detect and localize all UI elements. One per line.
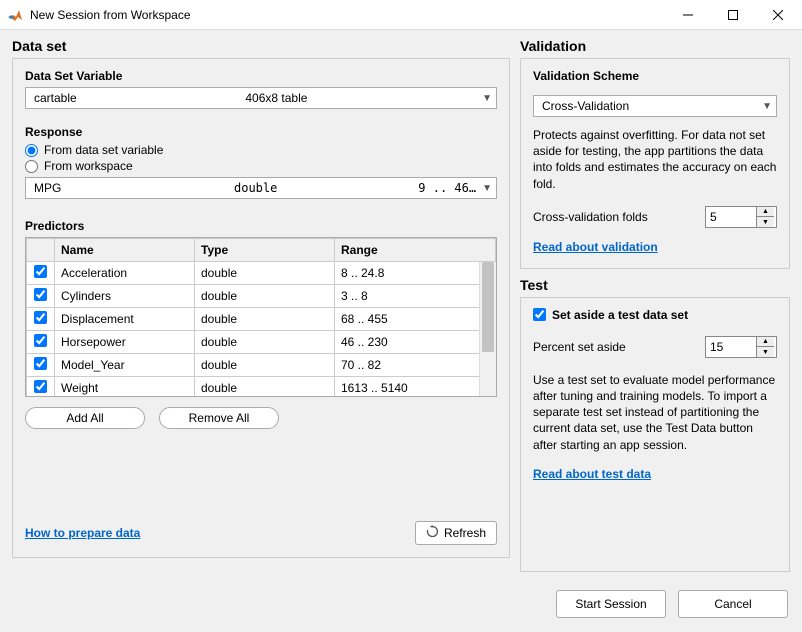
data-set-title: Data set xyxy=(12,38,510,54)
close-button[interactable] xyxy=(755,0,800,29)
col-range-header: Range xyxy=(335,239,496,262)
percent-down-button[interactable]: ▼ xyxy=(757,347,774,357)
maximize-button[interactable] xyxy=(710,0,755,29)
prepare-data-link[interactable]: How to prepare data xyxy=(25,526,140,540)
row-range: 8 .. 24.8 xyxy=(335,262,496,285)
radio-from-workspace[interactable] xyxy=(25,160,38,173)
predictors-label: Predictors xyxy=(25,219,497,233)
predictors-table: Name Type Range Accelerationdouble8 .. 2… xyxy=(25,237,497,397)
set-aside-label: Set aside a test data set xyxy=(552,308,688,322)
set-aside-checkbox[interactable] xyxy=(533,308,546,321)
row-range: 68 .. 455 xyxy=(335,308,496,331)
folds-down-button[interactable]: ▼ xyxy=(757,217,774,227)
folds-up-button[interactable]: ▲ xyxy=(757,207,774,218)
cancel-button[interactable]: Cancel xyxy=(678,590,788,618)
response-dropdown[interactable]: MPG double 9 .. 46… ▼ xyxy=(25,177,497,199)
validation-scheme-value: Cross-Validation xyxy=(542,99,756,113)
radio-from-variable-label: From data set variable xyxy=(44,143,163,157)
response-range: 9 .. 46… xyxy=(344,181,476,195)
row-checkbox[interactable] xyxy=(34,311,47,324)
validation-scheme-dropdown[interactable]: Cross-Validation ▼ xyxy=(533,95,777,117)
response-label: Response xyxy=(25,125,497,139)
window-title: New Session from Workspace xyxy=(30,8,665,22)
row-range: 1613 .. 5140 xyxy=(335,377,496,398)
validation-link[interactable]: Read about validation xyxy=(533,240,658,254)
scroll-thumb[interactable] xyxy=(482,262,494,352)
validation-title: Validation xyxy=(520,38,790,54)
percent-label: Percent set aside xyxy=(533,340,695,354)
percent-spinner[interactable]: ▲▼ xyxy=(705,336,777,358)
folds-spinner[interactable]: ▲▼ xyxy=(705,206,777,228)
row-range: 70 .. 82 xyxy=(335,354,496,377)
refresh-label: Refresh xyxy=(444,526,486,540)
row-type: double xyxy=(195,262,335,285)
validation-description: Protects against overfitting. For data n… xyxy=(533,127,777,192)
row-type: double xyxy=(195,285,335,308)
table-row: Horsepowerdouble46 .. 230 xyxy=(27,331,496,354)
row-checkbox[interactable] xyxy=(34,334,47,347)
table-row: Cylindersdouble3 .. 8 xyxy=(27,285,496,308)
table-row: Accelerationdouble8 .. 24.8 xyxy=(27,262,496,285)
refresh-icon xyxy=(426,525,439,541)
row-checkbox[interactable] xyxy=(34,288,47,301)
response-value: MPG xyxy=(34,181,234,195)
percent-input[interactable] xyxy=(706,337,756,357)
col-name-header: Name xyxy=(55,239,195,262)
response-from-variable-radio[interactable]: From data set variable xyxy=(25,143,497,157)
row-type: double xyxy=(195,331,335,354)
dataset-variable-meta: 406x8 table xyxy=(77,91,476,105)
response-from-workspace-radio[interactable]: From workspace xyxy=(25,159,497,173)
row-type: double xyxy=(195,377,335,398)
matlab-icon xyxy=(8,7,24,23)
row-type: double xyxy=(195,308,335,331)
test-link[interactable]: Read about test data xyxy=(533,467,651,481)
table-row: Model_Yeardouble70 .. 82 xyxy=(27,354,496,377)
row-range: 46 .. 230 xyxy=(335,331,496,354)
chevron-down-icon: ▼ xyxy=(756,101,772,112)
row-name: Weight xyxy=(55,377,195,398)
table-row: Weightdouble1613 .. 5140 xyxy=(27,377,496,398)
table-scrollbar[interactable] xyxy=(479,262,496,396)
folds-input[interactable] xyxy=(706,207,756,227)
add-all-button[interactable]: Add All xyxy=(25,407,145,429)
row-name: Displacement xyxy=(55,308,195,331)
start-session-button[interactable]: Start Session xyxy=(556,590,666,618)
row-type: double xyxy=(195,354,335,377)
percent-up-button[interactable]: ▲ xyxy=(757,337,774,348)
row-name: Model_Year xyxy=(55,354,195,377)
row-checkbox[interactable] xyxy=(34,380,47,393)
dataset-variable-dropdown[interactable]: cartable 406x8 table ▼ xyxy=(25,87,497,109)
response-type: double xyxy=(234,181,344,195)
radio-from-workspace-label: From workspace xyxy=(44,159,133,173)
row-range: 3 .. 8 xyxy=(335,285,496,308)
row-name: Cylinders xyxy=(55,285,195,308)
row-checkbox[interactable] xyxy=(34,265,47,278)
col-check-header xyxy=(27,239,55,262)
dataset-variable-label: Data Set Variable xyxy=(25,69,497,83)
dataset-variable-value: cartable xyxy=(34,91,77,105)
remove-all-button[interactable]: Remove All xyxy=(159,407,279,429)
table-row: Displacementdouble68 .. 455 xyxy=(27,308,496,331)
chevron-down-icon: ▼ xyxy=(476,93,492,104)
test-title: Test xyxy=(520,277,790,293)
row-name: Horsepower xyxy=(55,331,195,354)
row-checkbox[interactable] xyxy=(34,357,47,370)
minimize-button[interactable] xyxy=(665,0,710,29)
validation-scheme-label: Validation Scheme xyxy=(533,69,777,83)
col-type-header: Type xyxy=(195,239,335,262)
predictors-tbody: Accelerationdouble8 .. 24.8Cylindersdoub… xyxy=(27,262,496,398)
refresh-button[interactable]: Refresh xyxy=(415,521,497,545)
folds-label: Cross-validation folds xyxy=(533,210,695,224)
test-description: Use a test set to evaluate model perform… xyxy=(533,372,777,453)
chevron-down-icon: ▼ xyxy=(476,183,492,194)
titlebar: New Session from Workspace xyxy=(0,0,802,30)
radio-from-variable[interactable] xyxy=(25,144,38,157)
row-name: Acceleration xyxy=(55,262,195,285)
